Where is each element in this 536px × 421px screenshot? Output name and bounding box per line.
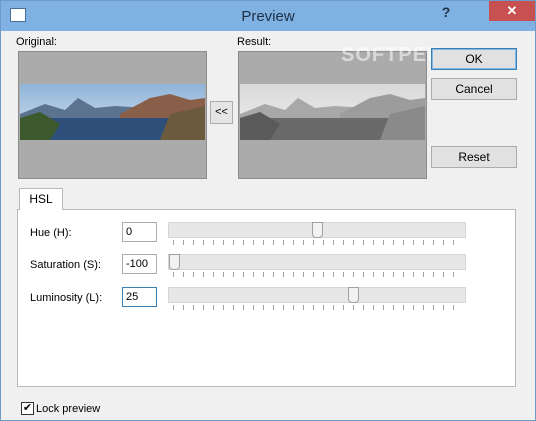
help-icon[interactable]: ?	[433, 2, 459, 22]
hue-slider[interactable]	[168, 222, 466, 238]
copy-to-original-button[interactable]: <<	[210, 101, 233, 124]
hue-label: Hue (H):	[30, 227, 72, 239]
original-label: Original:	[16, 36, 57, 48]
original-photo	[20, 84, 205, 140]
luminosity-input[interactable]: 25	[122, 287, 157, 307]
luminosity-label: Luminosity (L):	[30, 292, 103, 304]
lock-preview-label: Lock preview	[36, 403, 101, 415]
tab-hsl[interactable]: HSL	[19, 188, 63, 210]
original-preview	[18, 51, 207, 179]
result-photo	[240, 84, 425, 140]
luminosity-slider-ticks	[173, 305, 459, 310]
result-label: Result:	[237, 36, 272, 48]
title-bar[interactable]: Preview ? ✕	[1, 1, 535, 31]
luminosity-slider-thumb[interactable]	[347, 287, 359, 303]
luminosity-slider[interactable]	[168, 287, 466, 303]
saturation-slider-ticks	[173, 272, 459, 277]
result-preview	[238, 51, 427, 179]
saturation-input[interactable]: -100	[122, 254, 157, 274]
saturation-slider[interactable]	[168, 254, 466, 270]
lock-preview-checkbox[interactable]: ✔	[21, 402, 34, 415]
hue-slider-ticks	[173, 240, 459, 245]
saturation-label: Saturation (S):	[30, 259, 101, 271]
hue-slider-thumb[interactable]	[312, 222, 323, 238]
close-icon[interactable]: ✕	[489, 1, 535, 21]
cancel-button[interactable]: Cancel	[431, 78, 517, 100]
ok-button[interactable]: OK	[431, 48, 517, 70]
reset-button[interactable]: Reset	[431, 146, 517, 168]
saturation-slider-thumb[interactable]	[169, 254, 180, 270]
hue-input[interactable]: 0	[122, 222, 157, 242]
preview-dialog: Preview ? ✕ Original: Result: SOFTPEDIA …	[0, 0, 536, 421]
